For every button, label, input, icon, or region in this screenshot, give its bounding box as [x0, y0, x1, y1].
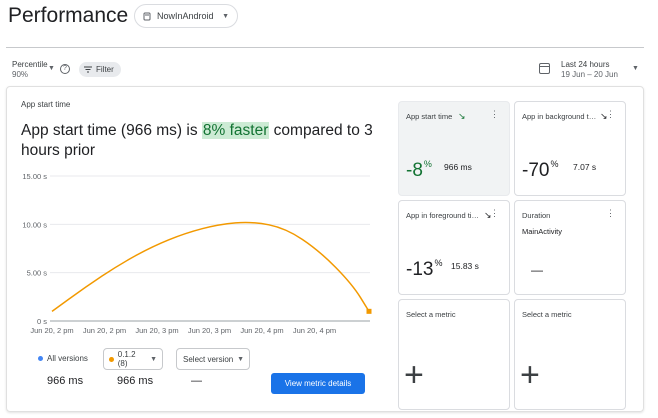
x-tick-label: Jun 20, 2 pm: [30, 326, 73, 335]
data-point: [366, 308, 372, 314]
headline-prefix: App start time (966 ms) is: [21, 122, 202, 139]
headline: App start time (966 ms) is 8% faster com…: [21, 121, 381, 161]
headline-highlight: 8% faster: [201, 122, 270, 139]
legend-dot-orange: [109, 356, 114, 362]
select-version-label: Select version: [183, 354, 234, 364]
line-chart: 15.00 s10.00 s5.00 s0 sJun 20, 2 pm Jun 2…: [22, 172, 372, 335]
tile-value: -70%: [522, 159, 558, 182]
date-range-dates: 19 Jun – 20 Jun: [561, 70, 618, 79]
x-tick-label: Jun 20, 3 pm: [188, 326, 231, 335]
tile-title: App in foreground ti…: [406, 211, 479, 220]
value-version: 966 ms: [117, 375, 154, 387]
tile-value-number: -70: [522, 160, 550, 181]
tile-value-unit: %: [423, 159, 432, 169]
chevron-down-icon: ▼: [222, 12, 229, 20]
value-all-versions: 966 ms: [47, 375, 84, 387]
trend-down-icon: ↘: [458, 111, 466, 121]
y-tick-label: 15.00 s: [22, 172, 47, 181]
tile-title: Duration: [522, 211, 551, 220]
tile-app-in-foreground[interactable]: App in foreground ti… ↘ ⋮ -13% 15.83 s: [398, 200, 510, 295]
tile-value-unit: %: [550, 159, 559, 169]
tile-secondary: 15.83 s: [451, 261, 479, 271]
legend-dot-blue: [38, 356, 43, 361]
more-vert-icon[interactable]: ⋮: [606, 209, 615, 218]
tile-value-number: -13: [406, 259, 434, 280]
add-icon[interactable]: +: [404, 358, 424, 392]
tile-value-unit: %: [434, 258, 443, 268]
tile-app-in-background[interactable]: App in background t… ↘ ⋮ -70% 7.07 s: [514, 101, 626, 196]
tile-select-metric[interactable]: Select a metric +: [398, 299, 510, 410]
x-tick-label: Jun 20, 2 pm: [83, 326, 126, 335]
date-range-selector[interactable]: Last 24 hours 19 Jun – 20 Jun: [561, 60, 618, 80]
page-title: Performance: [8, 4, 129, 27]
filter-icon: [84, 66, 92, 73]
help-icon[interactable]: ?: [60, 64, 70, 74]
legend-all-label: All versions: [47, 354, 88, 363]
add-icon[interactable]: +: [520, 358, 540, 392]
tile-secondary: 7.07 s: [573, 162, 597, 172]
percentile-selector[interactable]: Percentile 90%: [12, 60, 48, 80]
tile-secondary: 966 ms: [444, 162, 472, 172]
tile-title: Select a metric: [522, 310, 572, 319]
date-range-label: Last 24 hours: [561, 60, 610, 69]
chevron-down-icon: ▼: [150, 355, 157, 363]
tile-duration[interactable]: Duration ⋮ MainActivity —: [514, 200, 626, 295]
y-tick-label: 0 s: [37, 317, 47, 326]
legend-all-versions[interactable]: All versions: [38, 354, 88, 363]
tile-value: -8%: [406, 159, 432, 182]
series-line: [51, 221, 370, 312]
tile-app-start-time[interactable]: App start time ↘ ⋮ -8% 966 ms: [398, 101, 510, 196]
chevron-down-icon: ▼: [237, 355, 244, 363]
y-tick-label: 5.00 s: [27, 269, 48, 278]
tile-title: App start time: [406, 112, 453, 121]
version-select[interactable]: 0.1.2 (8) ▼: [103, 348, 163, 370]
tile-title: Select a metric: [406, 310, 456, 319]
more-vert-icon[interactable]: ⋮: [490, 110, 499, 119]
select-version-dropdown[interactable]: Select version ▼: [176, 348, 250, 370]
percentile-value: 90%: [12, 70, 29, 79]
value-selected-version: —: [191, 375, 202, 387]
tile-title: App in background t…: [522, 112, 597, 121]
calendar-icon[interactable]: [539, 63, 550, 74]
app-selector-value: NowInAndroid: [157, 11, 214, 21]
more-vert-icon[interactable]: ⋮: [490, 209, 499, 218]
filter-label: Filter: [96, 65, 114, 74]
section-label: App start time: [21, 100, 71, 109]
tile-value-number: -8: [406, 160, 423, 181]
tile-subtitle: MainActivity: [522, 227, 563, 236]
x-tick-label: Jun 20, 4 pm: [240, 326, 283, 335]
android-app-icon: [143, 12, 151, 20]
tile-value: -13%: [406, 258, 442, 281]
filter-button[interactable]: Filter: [79, 62, 121, 77]
tile-value: —: [531, 263, 543, 277]
x-tick-label: Jun 20, 4 pm: [293, 326, 336, 335]
chevron-down-icon[interactable]: ▼: [48, 65, 55, 72]
x-tick-label: Jun 20, 3 pm: [135, 326, 178, 335]
app-selector[interactable]: NowInAndroid ▼: [134, 4, 238, 28]
view-metric-details-button[interactable]: View metric details: [271, 373, 365, 394]
tile-select-metric[interactable]: Select a metric +: [514, 299, 626, 410]
header-divider: [6, 47, 644, 48]
chevron-down-icon[interactable]: ▼: [632, 65, 639, 72]
y-tick-label: 10.00 s: [22, 220, 47, 229]
more-vert-icon[interactable]: ⋮: [606, 110, 615, 119]
percentile-label: Percentile: [12, 60, 48, 69]
version-select-value: 0.1.2 (8): [117, 350, 136, 368]
